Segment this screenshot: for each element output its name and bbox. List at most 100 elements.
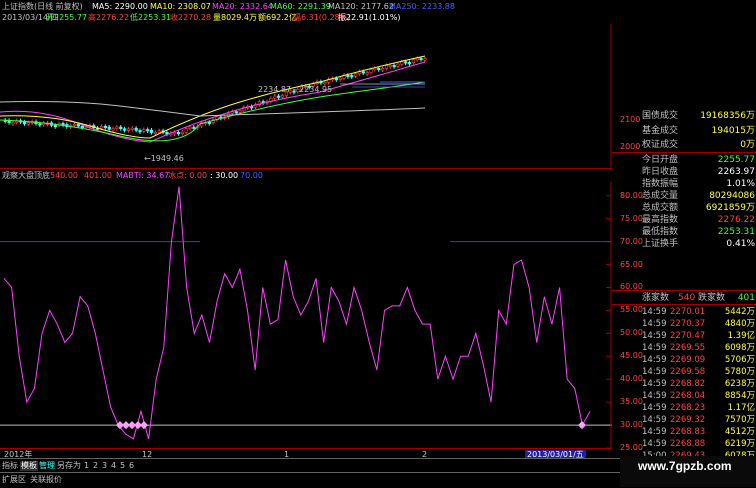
candle <box>99 125 104 129</box>
candle <box>107 126 111 130</box>
candle <box>123 128 127 131</box>
candle <box>22 121 27 125</box>
candle <box>384 65 389 69</box>
tick-price: 2270.01 <box>670 307 706 317</box>
tick-row: 14:59 2270.47 1.39亿 <box>612 330 756 342</box>
candle <box>323 82 327 85</box>
tick-time: 14:59 <box>642 439 667 449</box>
candle <box>273 95 277 99</box>
candle <box>411 59 416 64</box>
tick-volume: 1.17亿 <box>727 403 755 413</box>
candle <box>400 61 404 65</box>
tick-volume: 5780万 <box>724 367 755 377</box>
low-label: 低2253.31 <box>130 13 172 22</box>
tab-5[interactable]: 5 <box>120 461 125 471</box>
candle <box>277 95 281 98</box>
candle <box>53 124 57 128</box>
candle <box>404 61 408 64</box>
tick-row: 14:59 2268.23 1.17亿 <box>612 402 756 414</box>
stat-row: 总成交额 6921859万 <box>612 202 756 214</box>
tick-price: 2268.23 <box>670 403 706 413</box>
tab-template[interactable]: 模板 <box>20 461 38 471</box>
stat-label: 指数振幅 <box>642 179 679 189</box>
tab-manage[interactable]: 管理 <box>39 461 55 471</box>
tick-price: 2269.32 <box>670 415 706 425</box>
tick-volume: 4840万 <box>724 319 755 329</box>
tick-volume: 4512万 <box>724 427 755 437</box>
chart-title[interactable]: 上证指数(日线 前复权) <box>2 2 83 12</box>
watermark: www.7gpzb.com <box>620 456 756 487</box>
tab-3[interactable]: 3 <box>102 461 107 471</box>
candle <box>392 64 396 68</box>
candle <box>173 131 177 135</box>
tab-extend-area[interactable]: 扩展区 <box>2 475 26 485</box>
tab-indicator[interactable]: 指标 <box>2 461 18 471</box>
tab-related-quote[interactable]: 关联报价 <box>30 475 62 485</box>
candle <box>103 125 107 129</box>
candle <box>380 68 385 71</box>
panel-divider-mid <box>612 290 756 291</box>
ma5-label: MA5: 2290.00 <box>92 2 148 11</box>
stat-row: 总成交量 80294086 <box>612 190 756 202</box>
down-count-label: 跌家数 <box>698 293 726 303</box>
indicator-chart[interactable] <box>0 182 612 448</box>
tick-price: 2270.37 <box>670 319 706 329</box>
panel-divider-top <box>612 152 756 153</box>
candle <box>373 67 377 71</box>
ma60-label: MA60: 2291.39 <box>270 2 331 11</box>
candle <box>150 129 154 133</box>
candle <box>80 125 84 129</box>
tab-2[interactable]: 2 <box>93 461 98 471</box>
stat-label: 昨日收盘 <box>642 167 679 177</box>
tick-price: 2268.88 <box>670 439 706 449</box>
tick-price: 2269.55 <box>670 343 706 353</box>
candle <box>354 73 358 77</box>
tick-price: 2268.04 <box>670 391 706 401</box>
ma-lines <box>0 55 426 143</box>
tick-volume: 6238万 <box>724 379 755 389</box>
stat-value: 6921859万 <box>705 203 755 213</box>
panel-divider-ticks <box>612 304 756 305</box>
tick-row: 14:59 2269.32 7570万 <box>612 414 756 426</box>
volume-label: 量8029.4万 <box>213 13 257 22</box>
candlestick-chart[interactable] <box>0 24 612 168</box>
tick-volume: 5706万 <box>724 355 755 365</box>
indicator-mabti: MABTI: 34.67 <box>116 171 170 180</box>
tick-row: 14:59 2269.58 5780万 <box>612 366 756 378</box>
tab-save-as[interactable]: 另存为 <box>57 461 81 471</box>
tick-price: 2269.09 <box>670 355 706 365</box>
tick-time: 14:59 <box>642 415 667 425</box>
mabti-series-line <box>3 186 591 440</box>
close-label: 收2270.28 <box>170 13 212 22</box>
indicator-header: 观察大盘顶底 540.00 401.00 MABTI: 34.67 冰点: 0.… <box>0 170 612 182</box>
candle <box>180 131 185 134</box>
tick-time: 14:59 <box>642 331 667 341</box>
candle <box>377 67 381 71</box>
stat-label: 总成交额 <box>642 203 679 213</box>
tab-4[interactable]: 4 <box>111 461 116 471</box>
tick-row: 14:59 2268.04 8854万 <box>612 390 756 402</box>
candle <box>388 64 392 68</box>
stat-value: 2263.97 <box>717 167 755 177</box>
indicator-name[interactable]: 观察大盘顶底 <box>2 171 50 181</box>
candle <box>130 127 134 130</box>
indicator-v2: 401.00 <box>84 171 112 180</box>
tick-row: 14:59 2268.83 4512万 <box>612 426 756 438</box>
tab-6[interactable]: 6 <box>129 461 134 471</box>
candle <box>207 121 211 124</box>
ma120-label: MA120: 2177.62 <box>328 2 394 11</box>
candle <box>369 69 373 73</box>
stat-row: 上证换手 0.41% <box>612 238 756 250</box>
stat-row: 今日开盘 2255.77 <box>612 154 756 166</box>
candle <box>407 62 412 65</box>
candle <box>350 75 354 78</box>
candle <box>157 130 161 133</box>
indicator-ice: 冰点: 0.00 <box>168 171 208 180</box>
candle <box>38 123 42 126</box>
tick-row: 14:59 2269.09 5706万 <box>612 354 756 366</box>
stat-label: 国债成交 <box>642 111 679 121</box>
candle <box>142 129 146 132</box>
tick-price: 2270.47 <box>670 331 706 341</box>
candle <box>188 126 192 129</box>
tab-1[interactable]: 1 <box>84 461 89 471</box>
